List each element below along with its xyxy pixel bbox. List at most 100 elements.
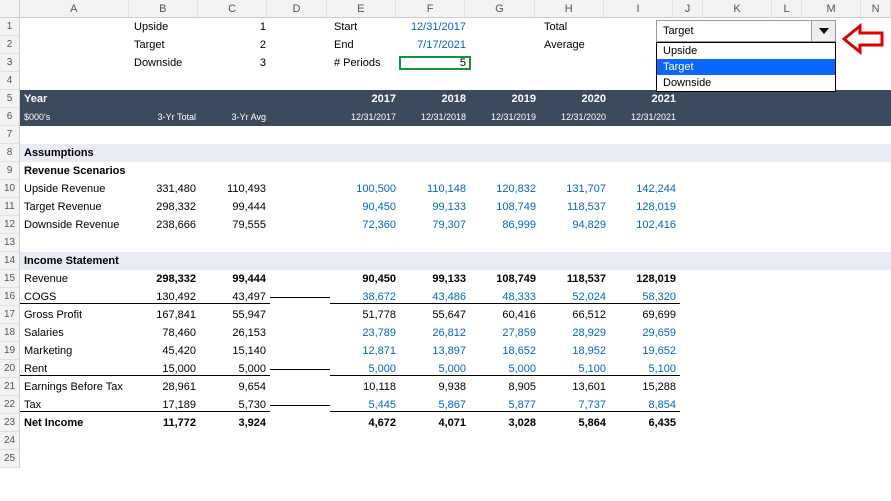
cell-C17[interactable]: 55,947 <box>200 309 270 321</box>
cell-B16[interactable]: 130,492 <box>130 291 200 304</box>
col-header-N[interactable]: N <box>861 0 891 17</box>
cell-F21[interactable]: 9,938 <box>400 381 470 393</box>
cell-I6[interactable]: 12/31/2021 <box>610 112 680 122</box>
cell-G15[interactable]: 108,749 <box>470 273 540 285</box>
cell-A6[interactable]: $000's <box>20 112 130 122</box>
cell-B20[interactable]: 15,000 <box>130 363 200 376</box>
cell-E12[interactable]: 72,360 <box>330 219 400 231</box>
cell-H22[interactable]: 7,737 <box>540 399 610 412</box>
cell-B23[interactable]: 11,772 <box>130 417 200 429</box>
row-header-21[interactable]: 21 <box>0 378 20 396</box>
cell-G20[interactable]: 5,000 <box>470 363 540 376</box>
row-header-20[interactable]: 20 <box>0 360 20 378</box>
cell-C1[interactable]: 1 <box>200 21 270 33</box>
cell-B3[interactable]: Downside <box>130 57 200 69</box>
cell-F16[interactable]: 43,486 <box>400 291 470 304</box>
cell-I20[interactable]: 5,100 <box>610 363 680 376</box>
col-header-G[interactable]: G <box>465 0 534 17</box>
col-header-F[interactable]: F <box>396 0 465 17</box>
cell-E15[interactable]: 90,450 <box>330 273 400 285</box>
cell-H12[interactable]: 94,829 <box>540 219 610 231</box>
cell-G5[interactable]: 2019 <box>470 93 540 105</box>
cell-E22[interactable]: 5,445 <box>330 399 400 412</box>
cell-H19[interactable]: 18,952 <box>540 345 610 357</box>
cell-A16[interactable]: COGS <box>20 291 130 304</box>
cell-I22[interactable]: 8,854 <box>610 399 680 412</box>
cell-C12[interactable]: 79,555 <box>200 219 270 231</box>
cell-C20[interactable]: 5,000 <box>200 363 270 376</box>
cell-F20[interactable]: 5,000 <box>400 363 470 376</box>
row-header-23[interactable]: 23 <box>0 414 20 432</box>
cell-B21[interactable]: 28,961 <box>130 381 200 393</box>
cell-E6[interactable]: 12/31/2017 <box>330 112 400 122</box>
cell-F23[interactable]: 4,071 <box>400 417 470 429</box>
col-header-M[interactable]: M <box>802 0 861 17</box>
cell-I23[interactable]: 6,435 <box>610 417 680 429</box>
cell-F5[interactable]: 2018 <box>400 93 470 105</box>
cell-E21[interactable]: 10,118 <box>330 381 400 393</box>
cell-G6[interactable]: 12/31/2019 <box>470 112 540 122</box>
cell-A23[interactable]: Net Income <box>20 417 130 429</box>
cell-C3[interactable]: 3 <box>200 57 270 69</box>
row-header-5[interactable]: 5 <box>0 90 20 108</box>
cell-I18[interactable]: 29,659 <box>610 327 680 339</box>
cell-F15[interactable]: 99,133 <box>400 273 470 285</box>
cell-C6[interactable]: 3-Yr Avg <box>200 112 270 122</box>
cell-G18[interactable]: 27,859 <box>470 327 540 339</box>
dropdown-selected[interactable]: Target <box>656 20 836 42</box>
cell-I16[interactable]: 58,320 <box>610 291 680 304</box>
cell-E10[interactable]: 100,500 <box>330 183 400 195</box>
cell-C19[interactable]: 15,140 <box>200 345 270 357</box>
col-header-K[interactable]: K <box>703 0 772 17</box>
cell-E5[interactable]: 2017 <box>330 93 400 105</box>
cell-F1[interactable]: 12/31/2017 <box>400 21 470 33</box>
cell-I12[interactable]: 102,416 <box>610 219 680 231</box>
cell-A14[interactable]: Income Statement <box>20 255 130 267</box>
cell-G10[interactable]: 120,832 <box>470 183 540 195</box>
cell-F10[interactable]: 110,148 <box>400 183 470 195</box>
row-header-13[interactable]: 13 <box>0 234 20 252</box>
cell-E11[interactable]: 90,450 <box>330 201 400 213</box>
cell-G22[interactable]: 5,877 <box>470 399 540 412</box>
cell-H18[interactable]: 28,929 <box>540 327 610 339</box>
cell-C10[interactable]: 110,493 <box>200 183 270 195</box>
row-header-24[interactable]: 24 <box>0 432 20 450</box>
scenario-dropdown[interactable]: Target Upside Target Downside <box>656 20 836 92</box>
row-header-11[interactable]: 11 <box>0 198 20 216</box>
cell-B1[interactable]: Upside <box>130 21 200 33</box>
row-header-1[interactable]: 1 <box>0 18 20 36</box>
cell-H15[interactable]: 118,537 <box>540 273 610 285</box>
row-header-18[interactable]: 18 <box>0 324 20 342</box>
col-header-C[interactable]: C <box>198 0 267 17</box>
row-header-14[interactable]: 14 <box>0 252 20 270</box>
cell-I11[interactable]: 128,019 <box>610 201 680 213</box>
col-header-J[interactable]: J <box>673 0 703 17</box>
row-header-12[interactable]: 12 <box>0 216 20 234</box>
cell-B18[interactable]: 78,460 <box>130 327 200 339</box>
row-header-7[interactable]: 7 <box>0 126 20 144</box>
cell-C18[interactable]: 26,153 <box>200 327 270 339</box>
cell-A22[interactable]: Tax <box>20 399 130 412</box>
cell-G19[interactable]: 18,652 <box>470 345 540 357</box>
cell-F17[interactable]: 55,647 <box>400 309 470 321</box>
row-header-22[interactable]: 22 <box>0 396 20 414</box>
cell-B15[interactable]: 298,332 <box>130 273 200 285</box>
cell-E19[interactable]: 12,871 <box>330 345 400 357</box>
cell-H1[interactable]: Total <box>540 21 610 33</box>
cell-A10[interactable]: Upside Revenue <box>20 183 130 195</box>
cell-F18[interactable]: 26,812 <box>400 327 470 339</box>
cell-H2[interactable]: Average <box>540 39 610 51</box>
dropdown-toggle-button[interactable] <box>811 21 835 41</box>
cell-I21[interactable]: 15,288 <box>610 381 680 393</box>
row-header-10[interactable]: 10 <box>0 180 20 198</box>
cell-C16[interactable]: 43,497 <box>200 291 270 304</box>
cell-B17[interactable]: 167,841 <box>130 309 200 321</box>
cell-G23[interactable]: 3,028 <box>470 417 540 429</box>
cell-H20[interactable]: 5,100 <box>540 363 610 376</box>
cell-A18[interactable]: Salaries <box>20 327 130 339</box>
cell-I15[interactable]: 128,019 <box>610 273 680 285</box>
cell-G11[interactable]: 108,749 <box>470 201 540 213</box>
cell-B10[interactable]: 331,480 <box>130 183 200 195</box>
col-header-B[interactable]: B <box>129 0 198 17</box>
cell-I5[interactable]: 2021 <box>610 93 680 105</box>
